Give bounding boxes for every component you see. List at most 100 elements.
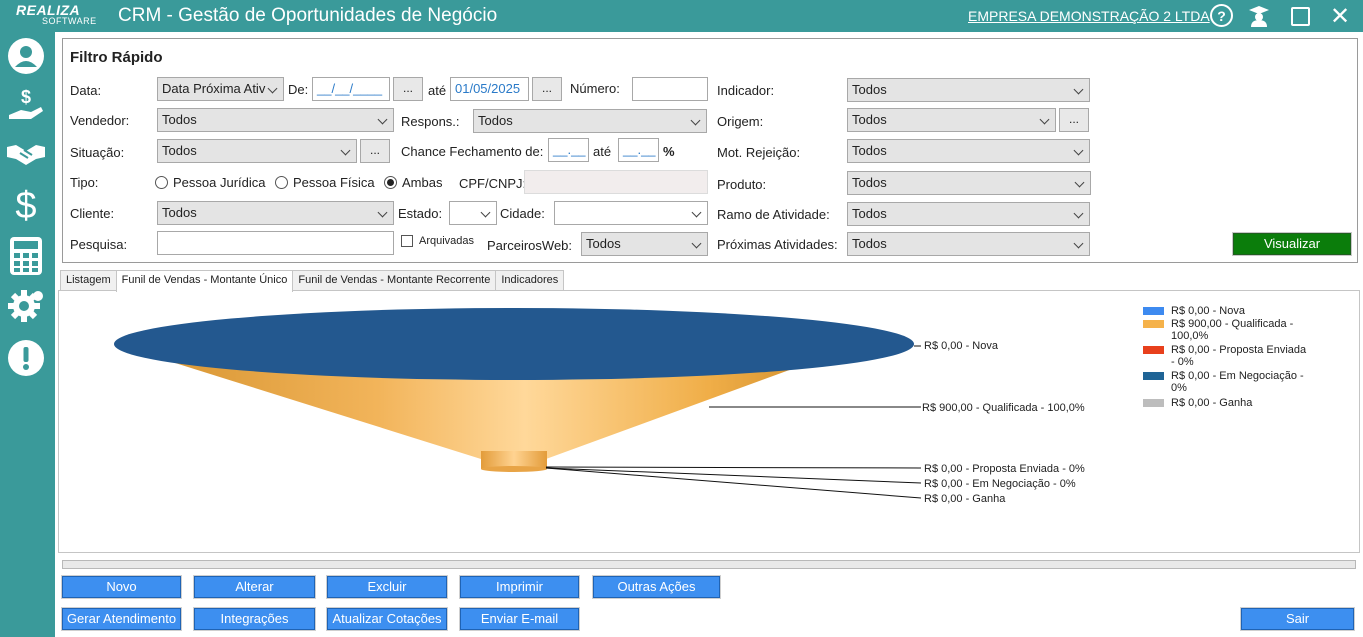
ate-label: até [428,83,447,98]
outras-acoes-button[interactable]: Outras Ações [592,575,721,599]
gerar-atendimento-button[interactable]: Gerar Atendimento [61,607,182,631]
cliente-label: Cliente: [70,206,115,221]
tipo-radio-ambas[interactable]: Ambas [384,175,442,190]
legend-swatch [1143,307,1164,315]
legend-swatch [1143,346,1164,354]
ramo-atividade-label: Ramo de Atividade: [717,207,830,222]
checkbox-label: Arquivadas [419,235,475,247]
close-icon[interactable]: ✕ [1328,3,1352,30]
calculator-icon[interactable] [6,236,46,276]
legend-text: R$ 900,00 - Qualificada - 100,0% [1171,318,1294,342]
handshake-icon[interactable] [6,134,46,174]
dollar-icon[interactable]: $ [6,184,46,224]
help-icon[interactable]: ? [1210,4,1233,27]
funnel-label-qualificada: R$ 900,00 - Qualificada - 100,0% [922,402,1085,414]
radio-circle [275,176,288,189]
leader-line-ganha [545,467,922,499]
de-label: De: [288,82,309,97]
date-to-picker-button[interactable]: ... [532,77,562,101]
legend-swatch [1143,320,1164,328]
tab-listagem[interactable]: Listagem [60,270,117,291]
user-icon[interactable] [6,36,46,76]
arquivadas-checkbox[interactable]: Arquivadas [401,235,474,247]
tab-funil-montante-unico[interactable]: Funil de Vendas - Montante Único [115,270,294,292]
date-from-input[interactable]: __/__/____ [312,77,390,101]
origem-select[interactable]: Todos [847,108,1056,132]
produto-label: Produto: [717,177,767,192]
company-link[interactable]: EMPRESA DEMONSTRAÇÃO 2 LTDA [968,8,1210,24]
logo-subtext: SOFTWARE [42,16,97,26]
vendedor-label: Vendedor: [70,113,130,128]
data-label: Data: [70,83,102,98]
origem-options-button[interactable]: ... [1059,108,1089,132]
sair-button[interactable]: Sair [1240,607,1355,631]
sidebar: $ $ [0,32,55,637]
chance-from-input[interactable]: __.__ [548,138,589,162]
indicador-select[interactable]: Todos [847,78,1090,102]
imprimir-button[interactable]: Imprimir [459,575,580,599]
legend-text: R$ 0,00 - Proposta Enviada - 0% [1171,344,1307,368]
visualizar-button[interactable]: Visualizar [1232,232,1352,256]
vendedor-select[interactable]: Todos [157,108,394,132]
mot-rejeicao-label: Mot. Rejeição: [717,145,801,160]
mot-rejeicao-select[interactable]: Todos [847,139,1090,163]
tipo-radio-pessoa-juridica[interactable]: Pessoa Jurídica [155,175,266,190]
situacao-label: Situação: [70,145,125,160]
tab-funil-montante-recorrente[interactable]: Funil de Vendas - Montante Recorrente [292,270,497,291]
ramo-atividade-select[interactable]: Todos [847,202,1090,226]
integracoes-button[interactable]: Integrações [193,607,316,631]
data-type-select[interactable]: Data Próxima Ativ [157,77,284,101]
alterar-button[interactable]: Alterar [193,575,316,599]
cidade-label: Cidade: [500,206,545,221]
maximize-icon[interactable] [1288,4,1312,28]
situacao-options-button[interactable]: ... [360,139,390,163]
parceiros-web-label: ParceirosWeb: [487,238,573,253]
radio-circle-selected [384,176,397,189]
horizontal-scrollbar[interactable] [62,560,1356,569]
funnel-label-nova: R$ 0,00 - Nova [924,340,999,352]
chance-to-input[interactable]: __.__ [618,138,659,162]
quick-filter-panel: Filtro Rápido Data: Data Próxima Ativ De… [62,38,1358,263]
atualizar-cotacoes-button[interactable]: Atualizar Cotações [326,607,448,631]
graduate-user-icon[interactable] [1247,4,1271,28]
funnel-chart: R$ 0,00 - Nova R$ 900,00 - Qualificada -… [114,308,1085,505]
situacao-select[interactable]: Todos [157,139,357,163]
alert-icon[interactable] [6,338,46,378]
legend-text: R$ 0,00 - Em Negociação - 0% [1171,370,1304,394]
pesquisa-label: Pesquisa: [70,237,128,252]
parceiros-web-select[interactable]: Todos [581,232,708,256]
numero-label: Número: [570,81,620,96]
tipo-radio-pessoa-fisica[interactable]: Pessoa Física [275,175,375,190]
numero-input[interactable] [632,77,708,101]
produto-select[interactable]: Todos [847,171,1091,195]
legend-swatch [1143,372,1164,380]
cliente-select[interactable]: Todos [157,201,394,225]
cpf-cnpj-input [524,170,708,194]
funnel-label-ganha: R$ 0,00 - Ganha [924,493,1006,505]
excluir-button[interactable]: Excluir [326,575,448,599]
date-to-input[interactable]: 01/05/2025 [450,77,529,101]
respons-select[interactable]: Todos [473,109,707,133]
novo-button[interactable]: Novo [61,575,182,599]
estado-select[interactable] [449,201,497,225]
chance-label: Chance Fechamento de: [401,144,544,159]
legend-text: R$ 0,00 - Ganha [1171,397,1253,409]
gear-icon[interactable] [6,286,46,326]
svg-text:$: $ [21,87,31,107]
hand-money-icon[interactable]: $ [6,84,46,124]
radio-label: Pessoa Física [293,175,375,190]
pesquisa-input[interactable] [157,231,394,255]
tab-indicadores[interactable]: Indicadores [495,270,565,291]
funnel-label-proposta: R$ 0,00 - Proposta Enviada - 0% [924,463,1085,475]
leader-line-negociacao [545,467,922,484]
title-bar: REALIZA SOFTWARE CRM - Gestão de Oportun… [0,0,1363,32]
legend-swatch [1143,399,1164,407]
filter-title: Filtro Rápido [70,49,163,66]
respons-label: Respons.: [401,114,460,129]
date-from-picker-button[interactable]: ... [393,77,423,101]
proximas-atividades-select[interactable]: Todos [847,232,1090,256]
cidade-select[interactable] [554,201,708,225]
enviar-email-button[interactable]: Enviar E-mail [459,607,580,631]
origem-label: Origem: [717,114,764,129]
radio-label: Ambas [402,175,443,190]
